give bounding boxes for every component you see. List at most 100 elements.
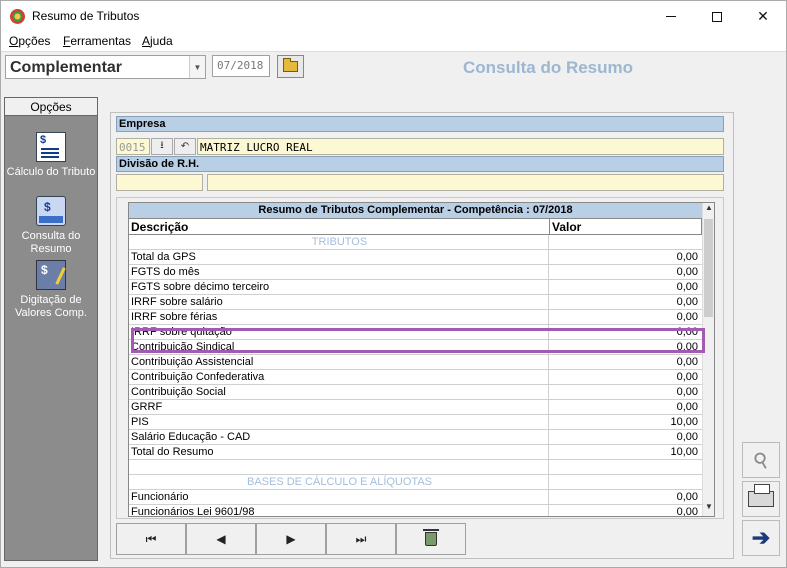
empresa-code-field[interactable]: 0015 <box>116 138 150 155</box>
row-value <box>549 235 698 250</box>
scroll-thumb[interactable] <box>704 219 713 317</box>
first-record-button[interactable]: ⏮ <box>116 523 186 555</box>
row-value: 10,00 <box>670 446 698 458</box>
table-row[interactable]: FGTS do mês 0,00 <box>129 265 702 280</box>
table-row[interactable]: GRRF 0,00 <box>129 400 702 415</box>
folder-icon <box>283 58 298 72</box>
app-window: Resumo de Tributos ✕ Opções Ferramentas … <box>0 0 787 568</box>
section-row[interactable]: BASES DE CÁLCULO E ALÍQUOTAS <box>129 475 702 490</box>
col-header-valor[interactable]: Valor <box>550 219 702 235</box>
next-record-button[interactable]: ▶ <box>256 523 326 555</box>
table-row[interactable]: Total da GPS 0,00 <box>129 250 702 265</box>
row-description: IRRF sobre férias <box>129 310 549 325</box>
table-row[interactable] <box>129 460 702 475</box>
row-value: 0,00 <box>676 386 698 398</box>
divisao-code-field[interactable] <box>116 174 203 191</box>
table-row[interactable]: Contribuição Sindical 0,00 <box>129 340 702 355</box>
sidebar-item-consulta-label: Consulta do Resumo <box>21 230 81 255</box>
row-description: FGTS sobre décimo terceiro <box>129 280 549 295</box>
print-button[interactable] <box>742 481 780 517</box>
sidebar-item-digitacao-label: Digitação de Valores Comp. <box>15 294 87 319</box>
table-row[interactable]: Contribuição Confederativa 0,00 <box>129 370 702 385</box>
row-value <box>549 475 698 490</box>
table-row[interactable]: IRRF sobre quitação 0,00 <box>129 325 702 340</box>
next-icon: ▶ <box>286 532 296 546</box>
trash-icon <box>423 529 439 546</box>
menu-ferramentas[interactable]: Ferramentas <box>63 34 131 48</box>
prev-record-button[interactable]: ◀ <box>186 523 256 555</box>
table-row[interactable]: IRRF sobre férias 0,00 <box>129 310 702 325</box>
row-description: Funcionário <box>129 490 549 505</box>
row-value: 0,00 <box>676 506 698 517</box>
row-description: TRIBUTOS <box>129 235 549 250</box>
title-bar: Resumo de Tributos ✕ <box>1 1 786 32</box>
type-select[interactable]: Complementar ▼ <box>5 55 206 79</box>
menu-bar: Opções Ferramentas Ajuda <box>1 32 786 51</box>
row-description: BASES DE CÁLCULO E ALÍQUOTAS <box>129 475 549 490</box>
delete-button[interactable] <box>396 523 466 555</box>
exit-button[interactable]: ➔ <box>742 520 780 556</box>
row-description: GRRF <box>129 400 549 415</box>
search-button[interactable]: ⚲ <box>742 442 780 478</box>
menu-ajuda[interactable]: Ajuda <box>142 34 173 48</box>
digit-icon <box>36 260 66 290</box>
table-row[interactable]: IRRF sobre salário 0,00 <box>129 295 702 310</box>
table-row[interactable]: Total do Resumo 10,00 <box>129 445 702 460</box>
minimize-button[interactable] <box>648 1 694 32</box>
section-row[interactable]: TRIBUTOS <box>129 235 702 250</box>
row-value: 0,00 <box>676 296 698 308</box>
menu-ajuda-label: Ajuda <box>142 34 173 48</box>
printer-icon <box>748 484 774 507</box>
app-icon <box>10 9 25 24</box>
chevron-down-icon[interactable]: ▼ <box>189 56 205 78</box>
empresa-name-field[interactable]: MATRIZ LUCRO REAL <box>197 138 724 155</box>
competencia-field[interactable]: 07/2018 <box>212 55 270 77</box>
table-row[interactable]: Salário Educação - CAD 0,00 <box>129 430 702 445</box>
row-description: Contribuição Assistencial <box>129 355 549 370</box>
row-description: Total da GPS <box>129 250 549 265</box>
divisao-name-field[interactable] <box>207 174 724 191</box>
grid-body: TRIBUTOS Total da GPS 0,00 FGTS do mês 0,00 F… <box>129 235 702 517</box>
row-value: 0,00 <box>676 281 698 293</box>
sidebar-item-calculo[interactable]: Cálculo do Tributo <box>5 132 97 179</box>
col-header-descricao[interactable]: Descrição <box>129 219 550 235</box>
row-description: PIS <box>129 415 549 430</box>
sidebar-item-digitacao[interactable]: Digitação de Valores Comp. <box>5 260 97 320</box>
table-row[interactable]: Contribuição Social 0,00 <box>129 385 702 400</box>
main-panel: Empresa 0015 ⭳ ↶ MATRIZ LUCRO REAL Divis… <box>110 112 734 559</box>
prev-icon: ◀ <box>216 532 226 546</box>
maximize-button[interactable] <box>694 1 740 32</box>
last-record-button[interactable]: ⏭ <box>326 523 396 555</box>
summary-grid: Resumo de Tributos Complementar - Compet… <box>128 202 715 517</box>
row-description: IRRF sobre salário <box>129 295 549 310</box>
scroll-up-icon[interactable]: ▲ <box>703 203 714 217</box>
row-description: FGTS do mês <box>129 265 549 280</box>
sidebar-item-consulta[interactable]: Consulta do Resumo <box>5 196 97 256</box>
search-icon: ⚲ <box>749 447 774 474</box>
open-folder-button[interactable] <box>277 55 304 78</box>
table-row[interactable]: Funcionário 0,00 <box>129 490 702 505</box>
company-section: Empresa 0015 ⭳ ↶ MATRIZ LUCRO REAL Divis… <box>116 116 724 191</box>
consult-icon <box>36 196 66 226</box>
exit-icon: ➔ <box>751 525 771 550</box>
row-description: Funcionários Lei 9601/98 <box>129 505 549 516</box>
table-row[interactable]: Funcionários Lei 9601/98 0,00 <box>129 505 702 517</box>
download-icon[interactable]: ⭳ <box>151 138 173 155</box>
close-button[interactable]: ✕ <box>740 1 786 32</box>
table-row[interactable]: FGTS sobre décimo terceiro 0,00 <box>129 280 702 295</box>
toolbar: Complementar ▼ 07/2018 Consulta do Resum… <box>1 51 786 86</box>
row-value: 0,00 <box>676 341 698 353</box>
row-value: 0,00 <box>676 266 698 278</box>
table-row[interactable]: Contribuição Assistencial 0,00 <box>129 355 702 370</box>
row-value: 0,00 <box>676 311 698 323</box>
vertical-scrollbar[interactable]: ▲ ▼ <box>702 203 714 516</box>
row-description: Contribuição Confederativa <box>129 370 549 385</box>
minimize-icon <box>666 16 676 17</box>
row-value: 0,00 <box>676 251 698 263</box>
menu-opcoes[interactable]: Opções <box>9 34 50 48</box>
row-value: 0,00 <box>676 401 698 413</box>
scroll-down-icon[interactable]: ▼ <box>703 502 714 516</box>
last-icon: ⏭ <box>355 531 367 546</box>
table-row[interactable]: PIS 10,00 <box>129 415 702 430</box>
undo-icon[interactable]: ↶ <box>174 138 196 155</box>
